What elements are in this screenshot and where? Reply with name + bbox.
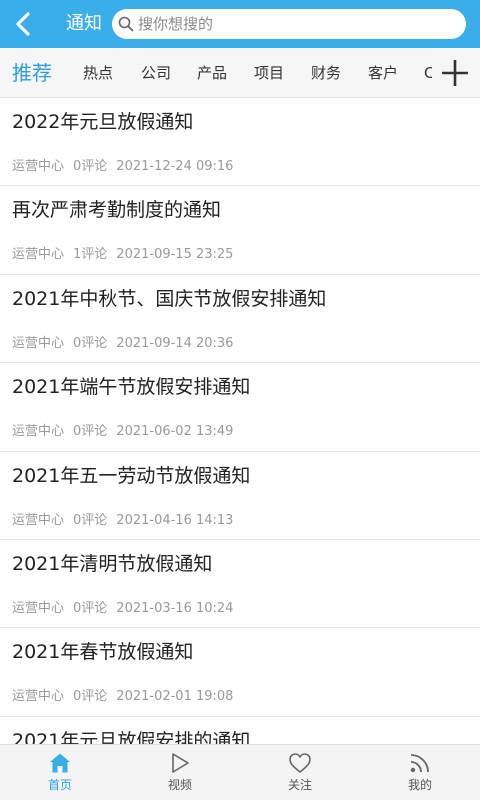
news-item[interactable]: 2021年端午节放假安排通知运营中心 0评论 2021-06-02 13:49: [0, 363, 480, 452]
plus-icon: [442, 60, 468, 86]
tab-home[interactable]: 首页: [0, 745, 120, 800]
add-category-button[interactable]: [436, 54, 474, 92]
comment-count: 0评论: [73, 689, 108, 705]
tab-label: 关注: [287, 778, 312, 792]
category-tab[interactable]: 财务: [311, 48, 341, 98]
news-source: 运营中心: [12, 159, 65, 174]
news-source: 运营中心: [12, 424, 65, 440]
news-meta: 运营中心 0评论 2021-02-01 19:08: [12, 688, 242, 706]
category-tab[interactable]: 项目: [254, 48, 284, 98]
tab-follow[interactable]: 关注: [240, 745, 360, 800]
tab-label: 我的: [407, 778, 432, 792]
search-input[interactable]: [138, 9, 458, 39]
news-title: 再次严肃考勤制度的通知: [12, 199, 222, 222]
category-tabs: 推荐 热点 公司 产品 项目 财务 客户 C: [0, 48, 432, 98]
publish-time: 2021-02-01 19:08: [116, 689, 234, 705]
category-bar: 推荐 热点 公司 产品 项目 财务 客户 C: [0, 48, 480, 98]
news-meta: 运营中心 0评论 2021-12-24 09:16: [12, 158, 242, 176]
rss-icon: [410, 754, 429, 773]
category-tab[interactable]: C: [424, 48, 432, 98]
news-item[interactable]: 2021年元旦放假安排的通知: [0, 716, 480, 744]
news-list: 2022年元旦放假通知运营中心 0评论 2021-12-24 09:16 再次严肃考勤…: [0, 98, 480, 744]
news-item[interactable]: 2021年春节放假通知运营中心 0评论 2021-02-01 19:08: [0, 628, 480, 717]
publish-time: 2021-12-24 09:16: [116, 159, 234, 174]
news-item[interactable]: 再次严肃考勤制度的通知运营中心 1评论 2021-09-15 23:25: [0, 186, 480, 275]
news-item[interactable]: 2021年清明节放假通知运营中心 0评论 2021-03-16 10:24: [0, 539, 480, 629]
publish-time: 2021-04-16 14:13: [116, 512, 234, 528]
news-meta: 运营中心 0评论 2021-04-16 14:13: [12, 512, 242, 530]
comment-count: 0评论: [73, 159, 108, 174]
tab-mine[interactable]: 我的: [360, 745, 480, 800]
publish-time: 2021-09-14 20:36: [116, 335, 234, 351]
search-box[interactable]: [112, 9, 466, 39]
news-title: 2022年元旦放假通知: [12, 111, 194, 133]
news-title: 2021年中秋节、国庆节放假安排通知: [12, 287, 327, 310]
news-meta: 运营中心 0评论 2021-09-14 20:36: [12, 335, 242, 353]
news-source: 运营中心: [12, 335, 65, 351]
tab-label: 首页: [47, 778, 72, 792]
bottom-tab-bar: 首页 视频 关注 我的: [0, 744, 480, 800]
search-icon: [118, 16, 134, 32]
publish-time: 2021-03-16 10:24: [116, 600, 234, 616]
news-title: 2021年清明节放假通知: [12, 552, 213, 575]
news-title: 2021年春节放假通知: [12, 641, 194, 664]
category-tab[interactable]: 公司: [141, 48, 171, 98]
category-tab[interactable]: 客户: [368, 48, 398, 98]
news-source: 运营中心: [12, 247, 65, 263]
top-bar: 通知: [0, 0, 480, 48]
tab-video[interactable]: 视频: [120, 745, 240, 800]
home-icon: [50, 753, 70, 773]
play-icon: [172, 753, 189, 773]
news-item[interactable]: 2021年五一劳动节放假通知运营中心 0评论 2021-04-16 14:13: [0, 451, 480, 540]
news-source: 运营中心: [12, 689, 65, 705]
category-tab[interactable]: 推荐: [12, 48, 52, 98]
news-title: 2021年五一劳动节放假通知: [12, 464, 251, 487]
heart-icon: [289, 753, 311, 773]
comment-count: 0评论: [73, 600, 108, 616]
news-title: 2021年元旦放假安排的通知: [12, 729, 251, 744]
news-source: 运营中心: [12, 512, 65, 528]
comment-count: 0评论: [73, 512, 108, 528]
page-title: 通知: [66, 13, 102, 34]
comment-count: 0评论: [73, 424, 108, 440]
news-title: 2021年端午节放假安排通知: [12, 376, 251, 399]
publish-time: 2021-06-02 13:49: [116, 424, 234, 440]
tab-label: 视频: [167, 778, 192, 792]
comment-count: 1评论: [73, 247, 108, 263]
comment-count: 0评论: [73, 335, 108, 351]
news-item[interactable]: 2022年元旦放假通知运营中心 0评论 2021-12-24 09:16: [0, 98, 480, 187]
news-source: 运营中心: [12, 600, 65, 616]
category-tab[interactable]: 热点: [83, 48, 113, 98]
back-button[interactable]: [8, 8, 40, 40]
publish-time: 2021-09-15 23:25: [116, 247, 234, 263]
news-item[interactable]: 2021年中秋节、国庆节放假安排通知运营中心 0评论 2021-09-14 20:3…: [0, 274, 480, 364]
category-tab[interactable]: 产品: [197, 48, 227, 98]
news-meta: 运营中心 1评论 2021-09-15 23:25: [12, 246, 242, 264]
news-meta: 运营中心 0评论 2021-06-02 13:49: [12, 423, 242, 441]
chevron-left-icon: [16, 12, 30, 36]
news-meta: 运营中心 0评论 2021-03-16 10:24: [12, 600, 242, 618]
